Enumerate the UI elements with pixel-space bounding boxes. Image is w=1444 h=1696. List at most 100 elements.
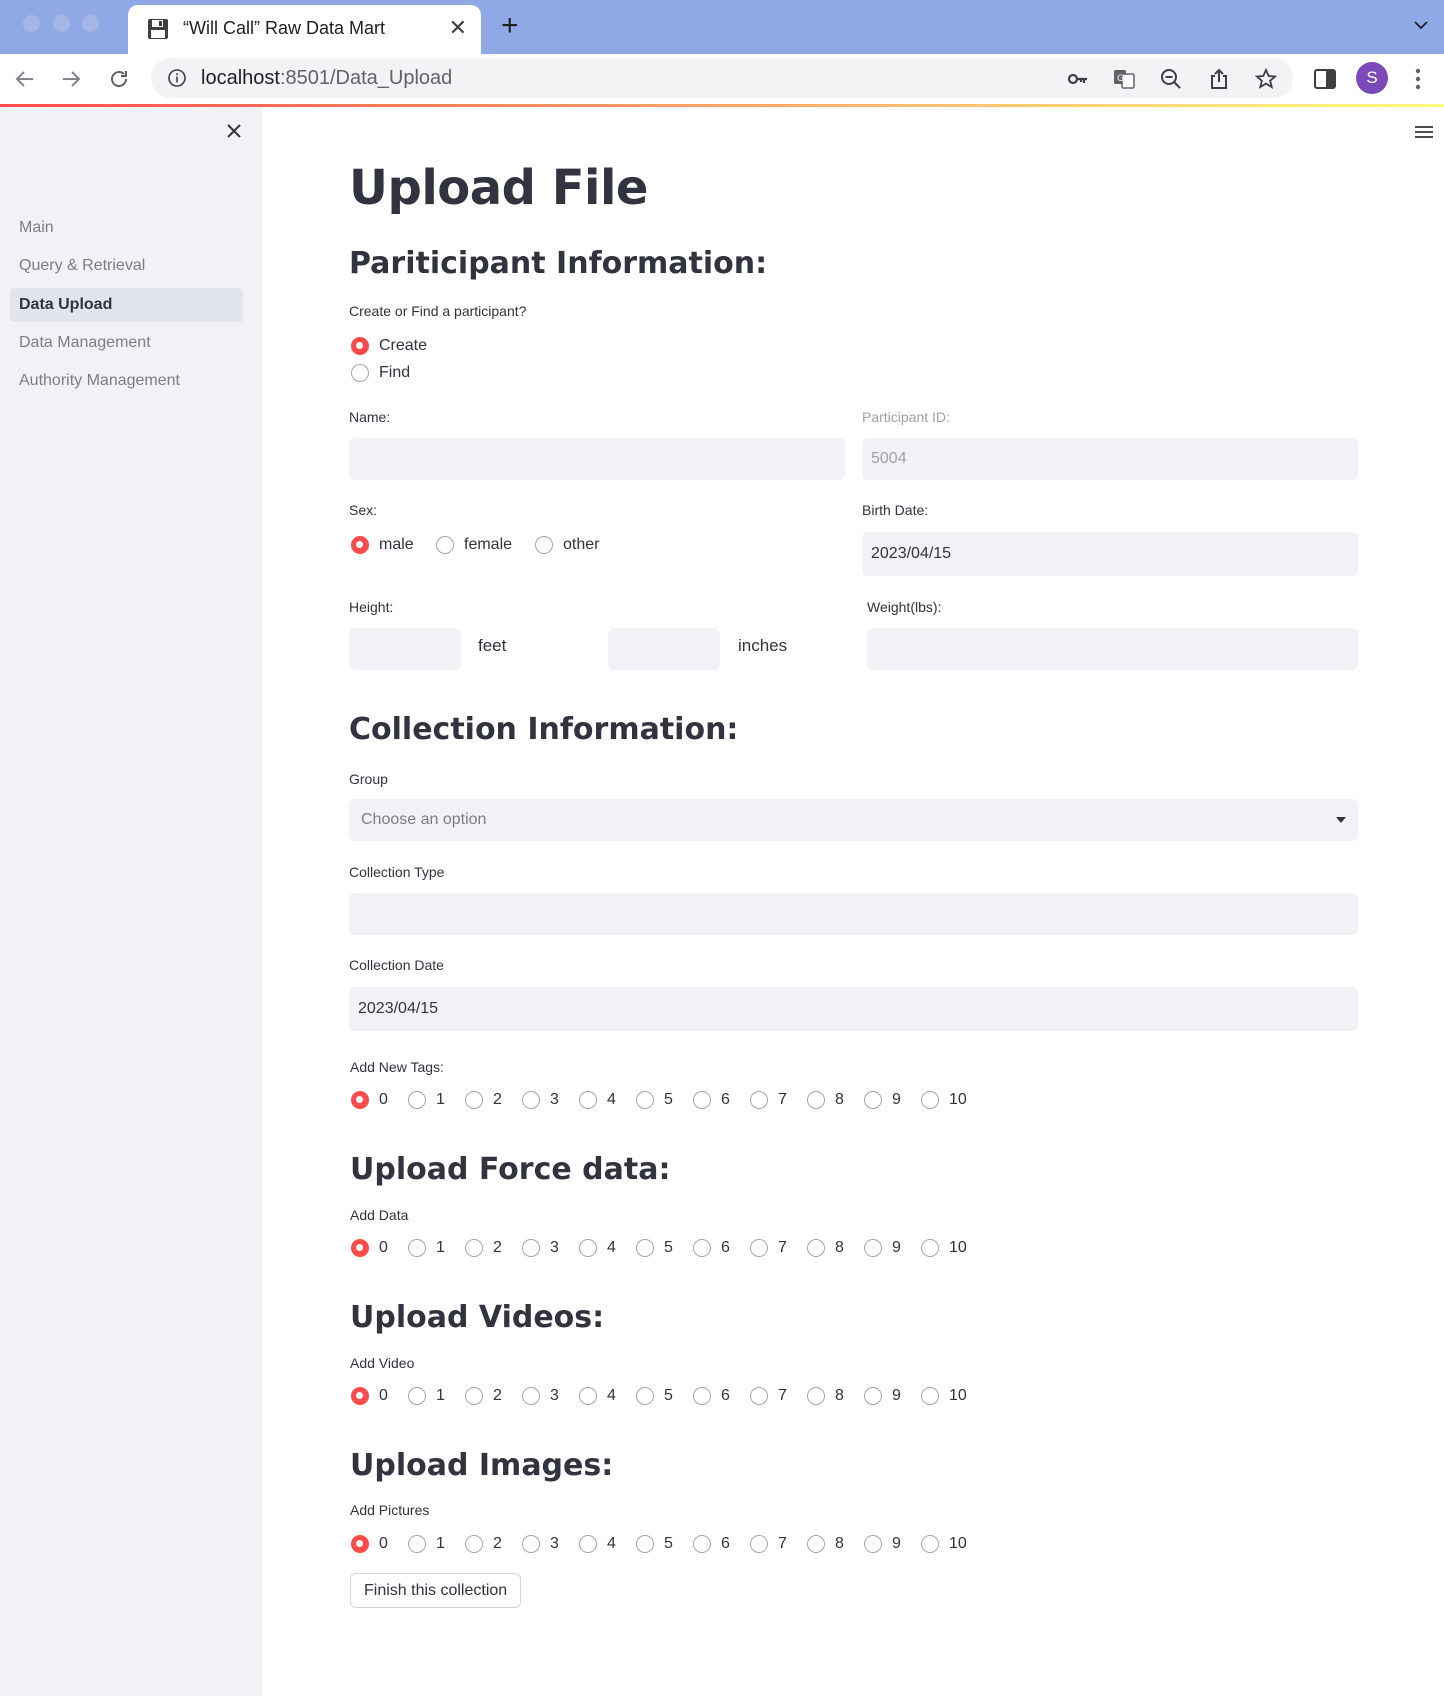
images-radio-8[interactable]: 8 <box>807 1535 844 1553</box>
reload-icon[interactable] <box>107 67 131 91</box>
images-radio-5[interactable]: 5 <box>636 1535 673 1553</box>
hamburger-menu-icon[interactable] <box>1414 124 1434 140</box>
videos-radio-9[interactable]: 9 <box>864 1387 901 1405</box>
images-radio-7[interactable]: 7 <box>750 1535 787 1553</box>
videos-radio-2[interactable]: 2 <box>465 1387 502 1405</box>
radio-dot <box>408 1387 426 1405</box>
more-vertical-icon[interactable] <box>1410 66 1426 92</box>
tags-radio-3[interactable]: 3 <box>522 1091 559 1109</box>
tab-close-icon[interactable]: ✕ <box>449 16 467 40</box>
add-data-label: Add Data <box>350 1207 409 1223</box>
sidebar-item-data-management[interactable]: Data Management <box>10 326 243 360</box>
radio-create[interactable]: Create <box>351 337 427 355</box>
birth-date-input[interactable]: 2023/04/15 <box>862 532 1358 576</box>
images-radio-3[interactable]: 3 <box>522 1535 559 1553</box>
tags-radio-7[interactable]: 7 <box>750 1091 787 1109</box>
finish-collection-button[interactable]: Finish this collection <box>350 1573 522 1608</box>
radio-dot <box>864 1387 882 1405</box>
videos-radio-1[interactable]: 1 <box>408 1387 445 1405</box>
images-radio-0[interactable]: 0 <box>351 1535 388 1553</box>
tags-radio-9[interactable]: 9 <box>864 1091 901 1109</box>
side-panel-icon[interactable] <box>1313 67 1337 91</box>
tags-radio-0[interactable]: 0 <box>351 1091 388 1109</box>
videos-radio-0[interactable]: 0 <box>351 1387 388 1405</box>
radio-male[interactable]: male <box>351 536 414 554</box>
key-icon[interactable] <box>1067 68 1089 90</box>
radio-dot-selected <box>351 337 369 355</box>
name-input[interactable] <box>349 438 845 480</box>
force-radio-5[interactable]: 5 <box>636 1239 673 1257</box>
videos-radio-10[interactable]: 10 <box>921 1387 967 1405</box>
images-radio-2[interactable]: 2 <box>465 1535 502 1553</box>
radio-dot <box>693 1535 711 1553</box>
group-select[interactable]: Choose an option <box>349 799 1358 841</box>
tags-radio-1[interactable]: 1 <box>408 1091 445 1109</box>
sidebar-item-query-retrieval[interactable]: Query & Retrieval <box>10 249 243 283</box>
force-radio-2[interactable]: 2 <box>465 1239 502 1257</box>
chevron-down-icon[interactable] <box>1414 18 1428 32</box>
images-radio-1[interactable]: 1 <box>408 1535 445 1553</box>
new-tab-icon[interactable]: + <box>501 11 519 41</box>
force-radio-7[interactable]: 7 <box>750 1239 787 1257</box>
weight-input[interactable] <box>867 628 1358 670</box>
force-radio-6[interactable]: 6 <box>693 1239 730 1257</box>
radio-female[interactable]: female <box>436 536 512 554</box>
participant-id-label: Participant ID: <box>862 409 950 425</box>
force-radio-0[interactable]: 0 <box>351 1239 388 1257</box>
share-icon[interactable] <box>1208 68 1230 90</box>
radio-dot <box>921 1091 939 1109</box>
tags-radio-2[interactable]: 2 <box>465 1091 502 1109</box>
translate-icon[interactable]: G <box>1113 68 1135 90</box>
force-radio-9[interactable]: 9 <box>864 1239 901 1257</box>
force-radio-10[interactable]: 10 <box>921 1239 967 1257</box>
videos-radio-6[interactable]: 6 <box>693 1387 730 1405</box>
tags-radio-6[interactable]: 6 <box>693 1091 730 1109</box>
window-close-dot[interactable] <box>23 15 40 32</box>
window-minimize-dot[interactable] <box>53 15 70 32</box>
videos-radio-5[interactable]: 5 <box>636 1387 673 1405</box>
images-radio-9[interactable]: 9 <box>864 1535 901 1553</box>
sidebar-item-authority-management[interactable]: Authority Management <box>10 364 243 398</box>
images-radio-4[interactable]: 4 <box>579 1535 616 1553</box>
profile-avatar[interactable]: S <box>1356 62 1388 94</box>
collection-date-input[interactable]: 2023/04/15 <box>349 987 1358 1031</box>
force-radio-1[interactable]: 1 <box>408 1239 445 1257</box>
browser-tab[interactable]: “Will Call” Raw Data Mart ✕ <box>128 5 481 54</box>
floppy-disk-icon <box>148 19 168 39</box>
videos-radio-4[interactable]: 4 <box>579 1387 616 1405</box>
radio-dot <box>750 1091 768 1109</box>
bookmark-star-icon[interactable] <box>1255 68 1277 90</box>
radio-other[interactable]: other <box>535 536 599 554</box>
radio-dot <box>465 1091 483 1109</box>
sidebar-item-data-upload[interactable]: Data Upload <box>10 288 243 322</box>
force-radio-3[interactable]: 3 <box>522 1239 559 1257</box>
collection-type-input[interactable] <box>349 893 1358 935</box>
videos-radio-8[interactable]: 8 <box>807 1387 844 1405</box>
height-inches-input[interactable] <box>608 628 720 670</box>
address-bar[interactable]: localhost:8501/Data_Upload G <box>151 58 1293 98</box>
forward-arrow-icon[interactable] <box>59 67 83 91</box>
videos-radio-7[interactable]: 7 <box>750 1387 787 1405</box>
radio-find[interactable]: Find <box>351 364 410 382</box>
tags-radio-5[interactable]: 5 <box>636 1091 673 1109</box>
radio-dot <box>921 1387 939 1405</box>
images-radio-6[interactable]: 6 <box>693 1535 730 1553</box>
force-radio-4[interactable]: 4 <box>579 1239 616 1257</box>
info-icon[interactable] <box>167 68 187 88</box>
images-radio-10[interactable]: 10 <box>921 1535 967 1553</box>
radio-dot <box>636 1535 654 1553</box>
videos-radio-3[interactable]: 3 <box>522 1387 559 1405</box>
force-radio-8[interactable]: 8 <box>807 1239 844 1257</box>
sidebar-item-main[interactable]: Main <box>10 211 243 245</box>
tags-radio-8[interactable]: 8 <box>807 1091 844 1109</box>
zoom-out-icon[interactable] <box>1160 68 1182 90</box>
back-arrow-icon[interactable] <box>13 67 37 91</box>
radio-dot <box>807 1091 825 1109</box>
radio-dot <box>408 1091 426 1109</box>
tags-radio-4[interactable]: 4 <box>579 1091 616 1109</box>
window-zoom-dot[interactable] <box>82 15 99 32</box>
tags-radio-10[interactable]: 10 <box>921 1091 967 1109</box>
height-feet-input[interactable] <box>349 628 461 670</box>
close-sidebar-icon[interactable] <box>224 121 244 141</box>
browser-toolbar: localhost:8501/Data_Upload G S <box>0 54 1444 104</box>
